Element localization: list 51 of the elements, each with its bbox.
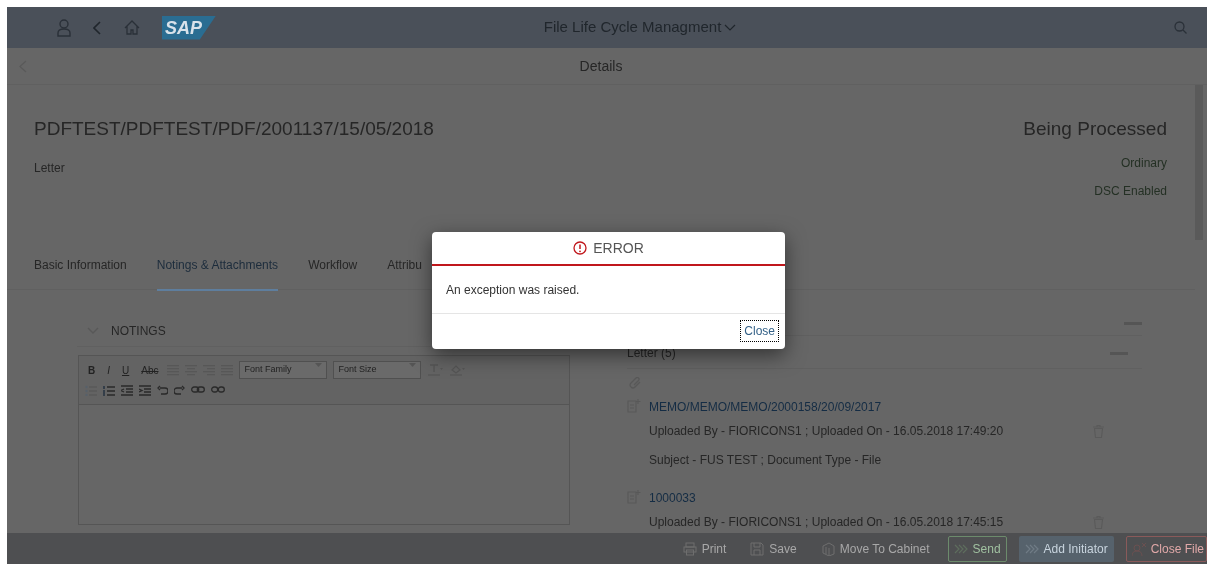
object-title: PDFTEST/PDFTEST/PDF/2001137/15/05/2018 xyxy=(34,117,434,141)
outdent-icon[interactable] xyxy=(121,384,133,396)
unlink-icon[interactable] xyxy=(211,386,225,394)
back-icon[interactable] xyxy=(93,20,102,35)
rich-text-editor[interactable]: B I U Abc Font Family Font Size xyxy=(78,355,570,525)
footer-button[interactable]: Move To Cabinet xyxy=(814,535,936,562)
dialog-title: ERROR xyxy=(593,238,644,258)
dropdown[interactable]: Font Size xyxy=(333,361,422,379)
undo-icon[interactable] xyxy=(157,385,168,395)
tab[interactable]: Basic Information xyxy=(34,238,127,291)
tab[interactable]: Attribu xyxy=(387,238,422,291)
error-icon xyxy=(573,241,588,255)
format-button[interactable]: I xyxy=(104,362,113,378)
tab[interactable]: Workflow xyxy=(308,238,358,291)
object-subtitle: Letter xyxy=(34,159,66,177)
cabinet-icon xyxy=(820,541,835,556)
logo: SAP xyxy=(162,15,216,40)
subject-info: Subject - FUS TEST ; Document Type - File xyxy=(649,452,883,469)
search-icon[interactable] xyxy=(1174,21,1187,34)
caret-icon xyxy=(724,23,737,32)
caret-icon xyxy=(315,363,323,368)
link-icon[interactable] xyxy=(191,386,205,394)
format-button[interactable]: Abc xyxy=(138,362,162,378)
document-link[interactable]: 1000033 xyxy=(649,489,696,507)
close-button[interactable]: Close xyxy=(740,320,779,342)
user-icon[interactable] xyxy=(57,18,71,37)
format-button[interactable]: B xyxy=(85,362,99,378)
user-remove-icon xyxy=(1131,541,1146,556)
section-title: NOTINGS xyxy=(111,323,166,340)
redo-icon[interactable] xyxy=(174,385,185,395)
dropdown[interactable]: Font Family xyxy=(239,361,328,379)
footer-button[interactable]: Close File xyxy=(1125,535,1207,562)
footer-button[interactable]: Send xyxy=(947,535,1007,562)
footer-button[interactable]: Save xyxy=(744,535,803,562)
indent-icon[interactable] xyxy=(139,384,151,396)
upload-info: Uploaded By - FIORICONS1 ; Uploaded On - 16.05.2018 17:45:15 xyxy=(649,514,1004,531)
caret-icon xyxy=(409,363,417,368)
footer-button[interactable]: Print xyxy=(676,535,733,562)
footer-button[interactable]: Add Initiator xyxy=(1018,535,1114,562)
status-text: Being Processed xyxy=(1023,117,1167,141)
numbered-list-icon[interactable] xyxy=(103,384,115,396)
page-title: Details xyxy=(579,57,623,74)
tab[interactable]: Notings & Attachments xyxy=(156,238,279,291)
document-link[interactable]: MEMO/MEMO/MEMO/2000158/20/09/2017 xyxy=(649,398,882,416)
printer-icon xyxy=(682,541,697,556)
format-button[interactable]: U xyxy=(119,362,133,378)
dialog-message: An exception was raised. xyxy=(432,266,785,314)
upload-info: Uploaded By - FIORICONS1 ; Uploaded On - 16.05.2018 17:49:20 xyxy=(649,423,1004,440)
home-icon[interactable] xyxy=(124,20,140,35)
attribute-text: Ordinary xyxy=(1120,154,1167,172)
attribute-text: DSC Enabled xyxy=(1093,182,1167,200)
